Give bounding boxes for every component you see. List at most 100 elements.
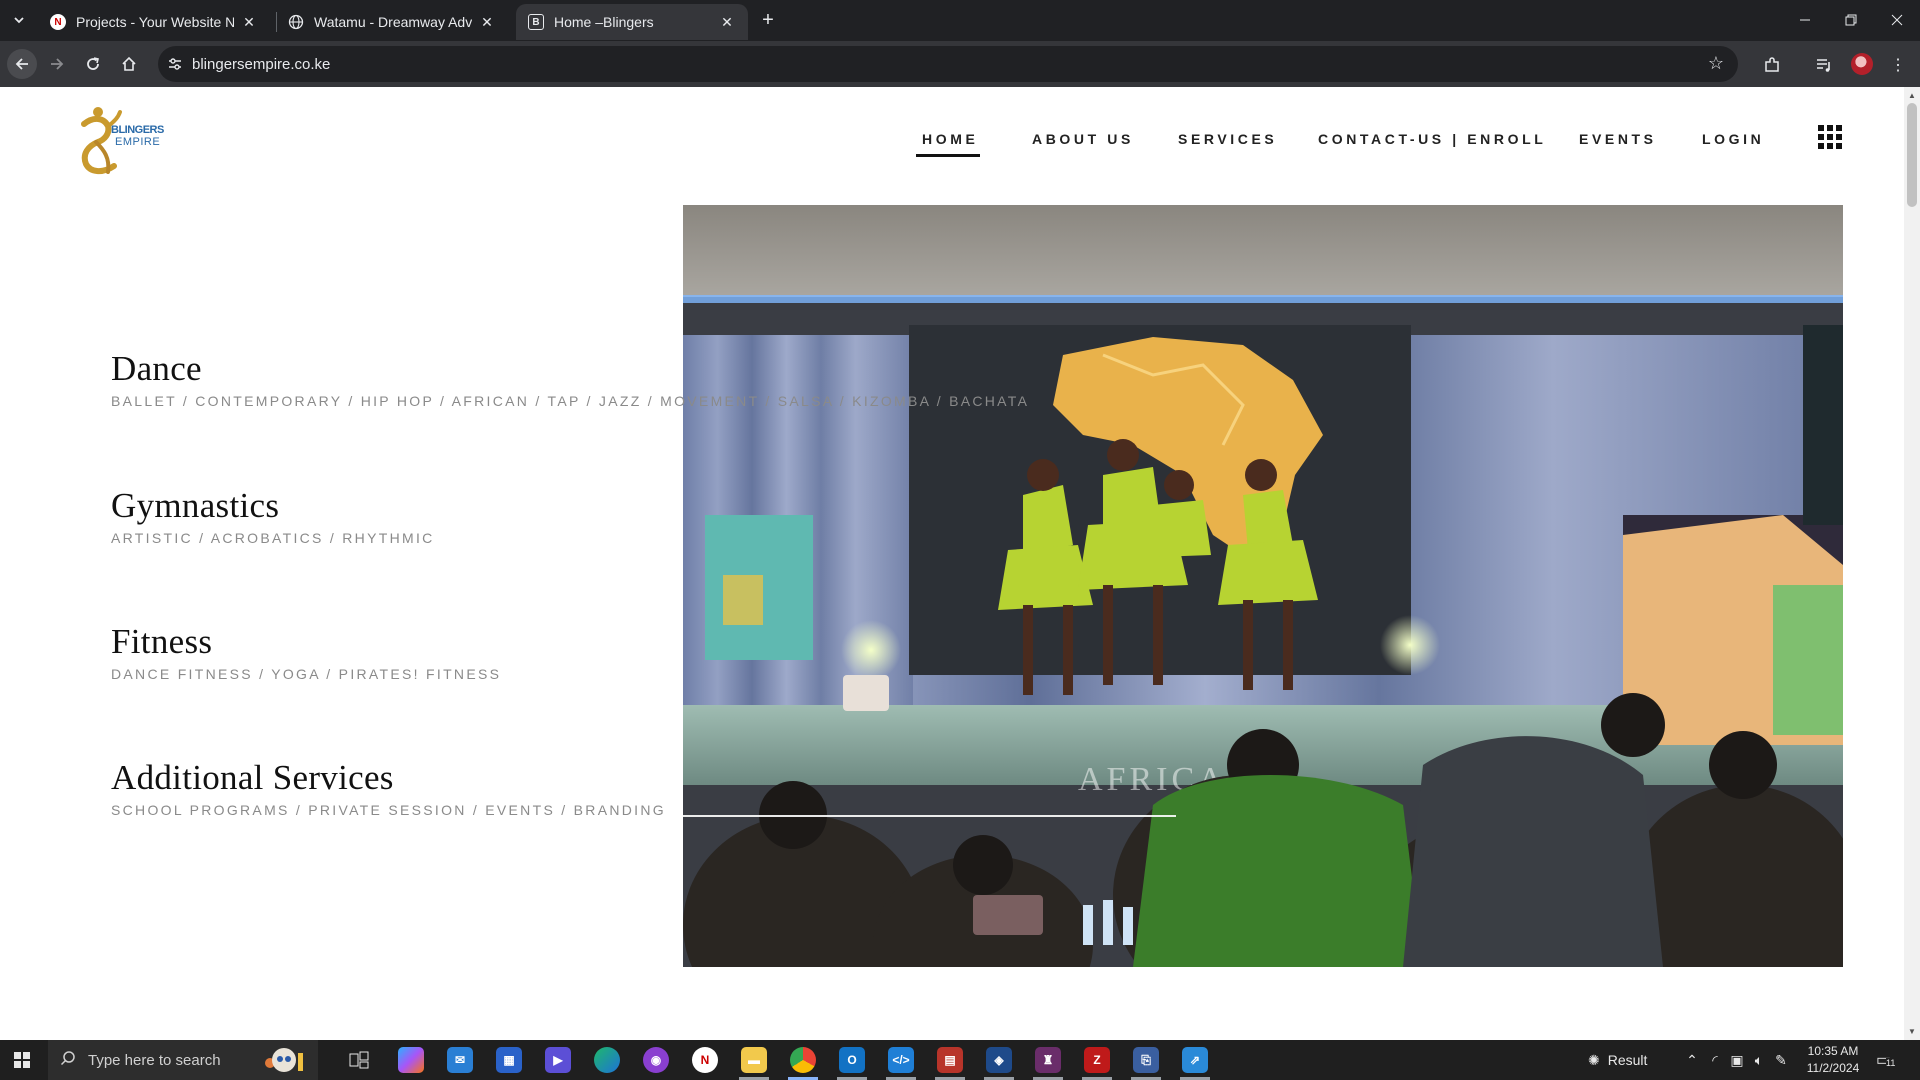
filezilla-icon[interactable]: Z [1084, 1047, 1110, 1073]
service-title: Additional Services [111, 758, 394, 797]
chrome-icon[interactable] [790, 1047, 816, 1073]
url-text: blingersempire.co.ke [192, 55, 331, 73]
tab-search-button[interactable] [6, 8, 32, 32]
vscode-icon[interactable]: </> [888, 1047, 914, 1073]
notification-center[interactable]: ▭ 11 [1876, 1040, 1896, 1080]
taskbar-clock[interactable]: 10:35 AM 11/2/2024 [1806, 1043, 1860, 1077]
extensions-icon[interactable] [1760, 53, 1784, 77]
pen-icon[interactable]: ✎ [1770, 1052, 1792, 1069]
home-button[interactable] [114, 49, 144, 79]
tab-title: Projects - Your Website Name [76, 14, 234, 30]
close-window-button[interactable] [1874, 0, 1920, 40]
chevron-up-icon[interactable]: ⌃ [1680, 1052, 1704, 1069]
media-control-icon[interactable] [1812, 53, 1836, 77]
close-tab-icon[interactable]: ✕ [478, 13, 496, 31]
notification-icon: ▭ 11 [1876, 1052, 1896, 1069]
scroll-down-icon[interactable]: ▼ [1908, 1027, 1916, 1036]
nav-services[interactable]: SERVICES [1178, 131, 1277, 147]
address-bar[interactable]: blingersempire.co.ke ☆ [158, 46, 1738, 82]
close-tab-icon[interactable]: ✕ [718, 13, 736, 31]
globe-icon [288, 14, 304, 30]
service-fitness[interactable]: Fitness DANCE FITNESS / YOGA / PIRATES! … [111, 622, 501, 682]
search-icon [48, 1050, 88, 1071]
system-tray: ⌃ ◜ ▣ 🔈︎ ✎ [1680, 1040, 1792, 1080]
page-scrollbar[interactable]: ▲ ▼ [1904, 87, 1920, 1040]
forward-button[interactable] [42, 49, 72, 79]
blingers-empire-logo[interactable]: BLINGERS EMPIRE [74, 102, 164, 178]
media-app-icon[interactable]: ◉ [643, 1047, 669, 1073]
service-dance[interactable]: Dance BALLET / CONTEMPORARY / HIP HOP / … [111, 349, 1029, 409]
minimize-button[interactable] [1782, 0, 1828, 40]
scroll-up-icon[interactable]: ▲ [1908, 91, 1916, 100]
b-logo-icon: B [528, 14, 544, 30]
close-tab-icon[interactable]: ✕ [240, 13, 258, 31]
hero-dance-performance-image: AFRICA [683, 205, 1843, 967]
sql-tool-icon[interactable]: ◈ [986, 1047, 1012, 1073]
taskbar-search-box[interactable]: Type here to search [48, 1040, 318, 1080]
decorative-divider-line [646, 815, 1176, 817]
nav-events[interactable]: EVENTS [1579, 131, 1657, 147]
remote-desktop-icon[interactable]: ⇗ [1182, 1047, 1208, 1073]
scrollbar-thumb[interactable] [1907, 103, 1917, 207]
grid-menu-icon[interactable] [1818, 125, 1842, 149]
file-explorer-icon[interactable]: ▬ [741, 1047, 767, 1073]
nav-about-us[interactable]: ABOUT US [1032, 131, 1134, 147]
service-title: Fitness [111, 622, 213, 661]
nav-contact-enroll[interactable]: CONTACT-US | ENROLL [1318, 131, 1546, 147]
new-tab-button[interactable]: + [756, 8, 780, 32]
n-circle-icon: N [50, 14, 66, 30]
windows-start-icon[interactable] [14, 1052, 30, 1068]
profile-avatar[interactable] [1851, 53, 1873, 75]
tab-home-blingers[interactable]: B Home –Blingers ✕ [516, 4, 748, 40]
network-icon[interactable]: ◜ [1704, 1052, 1726, 1069]
copilot-icon[interactable] [398, 1047, 424, 1073]
clock-date: 11/2/2024 [1806, 1061, 1860, 1075]
arrow-right-icon [51, 58, 64, 70]
chevron-down-icon [14, 17, 24, 24]
tab-title: Watamu - Dreamway Adventur [314, 14, 472, 30]
tab-projects[interactable]: N Projects - Your Website Name ✕ [38, 4, 270, 40]
web-page: BLINGERS EMPIRE HOME ABOUT US SERVICES C… [0, 87, 1904, 1040]
nav-login[interactable]: LOGIN [1702, 131, 1764, 147]
game-app-icon[interactable]: ♜ [1035, 1047, 1061, 1073]
site-info-icon[interactable] [158, 56, 192, 72]
service-subtitle: DANCE FITNESS / YOGA / PIRATES! FITNESS [111, 666, 502, 682]
service-title: Dance [111, 349, 202, 388]
service-gymnastics[interactable]: Gymnastics ARTISTIC / ACROBATICS / RHYTH… [111, 486, 435, 546]
task-view-icon[interactable] [346, 1047, 372, 1073]
microsoft-store-icon[interactable]: ▦ [496, 1047, 522, 1073]
service-additional[interactable]: Additional Services SCHOOL PROGRAMS / PR… [111, 758, 666, 818]
nav-home[interactable]: HOME [922, 131, 978, 147]
menu-kebab-icon[interactable]: ⋮ [1886, 53, 1910, 77]
usb-icon[interactable]: ▣ [1726, 1052, 1748, 1069]
service-subtitle: BALLET / CONTEMPORARY / HIP HOP / AFRICA… [111, 393, 1030, 409]
weather-widget[interactable]: ✺ Result [1588, 1040, 1647, 1080]
outlook-icon[interactable]: O [839, 1047, 865, 1073]
clock-time: 10:35 AM [1807, 1044, 1859, 1058]
tab-watamu[interactable]: Watamu - Dreamway Adventur ✕ [276, 4, 508, 40]
search-placeholder: Type here to search [88, 1051, 221, 1069]
active-nav-underline [916, 154, 980, 157]
bookmark-star-icon[interactable]: ☆ [1708, 53, 1724, 74]
n-app-icon[interactable]: N [692, 1047, 718, 1073]
reload-button[interactable] [78, 49, 108, 79]
weather-label: Result [1607, 1052, 1648, 1068]
logo-word-1: BLINGERS [111, 124, 164, 136]
speaker-icon[interactable]: 🔈︎ [1748, 1052, 1770, 1069]
service-subtitle: ARTISTIC / ACROBATICS / RHYTHMIC [111, 530, 435, 546]
edge-browser-icon[interactable] [594, 1047, 620, 1073]
home-icon [122, 56, 136, 71]
network-tool-icon[interactable]: ⎘ [1133, 1047, 1159, 1073]
windows-taskbar: Type here to search ✉ ▦ ▶ ◉ N ▬ O </> ▤ … [0, 1040, 1920, 1080]
restore-button[interactable] [1828, 0, 1874, 40]
mail-icon[interactable]: ✉ [447, 1047, 473, 1073]
browser-tab-bar: N Projects - Your Website Name ✕ Watamu … [0, 0, 1920, 41]
service-title: Gymnastics [111, 486, 280, 525]
power-automate-icon[interactable]: ▶ [545, 1047, 571, 1073]
back-button[interactable] [7, 49, 37, 79]
service-subtitle: SCHOOL PROGRAMS / PRIVATE SESSION / EVEN… [111, 802, 666, 818]
browser-toolbar: blingersempire.co.ke ☆ ⋮ [0, 41, 1920, 87]
reload-icon [87, 57, 99, 70]
arrow-left-icon [15, 58, 28, 70]
winrar-icon[interactable]: ▤ [937, 1047, 963, 1073]
